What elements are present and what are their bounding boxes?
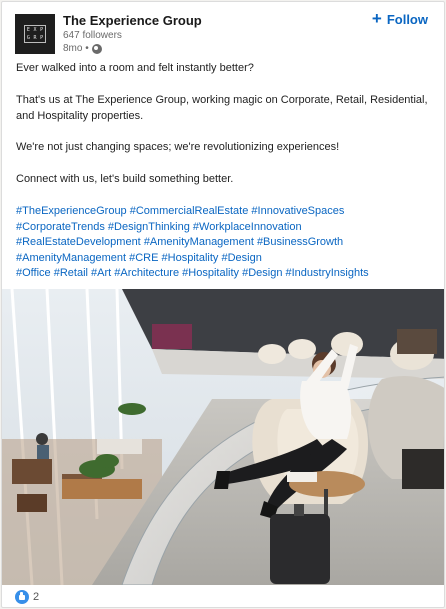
post-paragraph: Ever walked into a room and felt instant… (16, 62, 254, 74)
hashtag-line: #Office #Retail #Art #Architecture #Hosp… (16, 266, 436, 282)
hashtag-link[interactable]: #CorporateTrends (16, 221, 105, 233)
post-header: EXP GRP The Experience Group 647 follower… (15, 9, 432, 55)
hashtag-link[interactable]: #TheExperienceGroup (16, 205, 127, 217)
hashtag-line: #TheExperienceGroup #CommercialRealEstat… (16, 204, 436, 220)
company-name[interactable]: The Experience Group (63, 13, 202, 28)
logo-letter: E (26, 27, 30, 33)
hashtag-link[interactable]: #BusinessGrowth (257, 236, 343, 248)
logo-letter: G (26, 35, 30, 41)
reaction-count: 2 (33, 591, 40, 603)
hashtag-list: #TheExperienceGroup #CommercialRealEstat… (16, 204, 436, 282)
hashtag-link[interactable]: #Office (16, 267, 51, 279)
company-logo[interactable]: EXP GRP (15, 14, 55, 54)
hashtag-link[interactable]: #DesignThinking (108, 221, 190, 233)
follow-label: Follow (386, 11, 428, 27)
hashtag-link[interactable]: #AmenityManagement (144, 236, 254, 248)
lounge-photo (2, 289, 444, 585)
post-paragraph: That's us at The Experience Group, worki… (16, 94, 428, 122)
follower-count: 647 followers (63, 30, 122, 41)
hashtag-link[interactable]: #RealEstateDevelopment (16, 236, 141, 248)
post-card: EXP GRP The Experience Group 647 follower… (1, 1, 445, 608)
hashtag-link[interactable]: #WorkplaceInnovation (193, 221, 302, 233)
follow-button[interactable]: + Follow (371, 9, 428, 28)
hashtag-line: #CorporateTrends #DesignThinking #Workpl… (16, 220, 436, 236)
logo-letter: P (40, 27, 44, 33)
hashtag-link[interactable]: #CommercialRealEstate (130, 205, 249, 217)
like-icon (15, 590, 29, 604)
reactions-bar[interactable]: 2 (15, 590, 39, 604)
hashtag-link[interactable]: #Art (91, 267, 111, 279)
logo-letter: X (33, 27, 37, 33)
hashtag-link[interactable]: #Retail (54, 267, 88, 279)
globe-icon (91, 43, 102, 54)
hashtag-link[interactable]: #CRE (129, 252, 158, 264)
hashtag-line: #RealEstateDevelopment #AmenityManagemen… (16, 235, 436, 251)
hashtag-link[interactable]: #Design (221, 252, 261, 264)
post-meta: 8mo • (63, 43, 102, 54)
logo-letter: R (33, 35, 37, 41)
post-paragraph: Connect with us, let's build something b… (16, 173, 234, 185)
hashtag-link[interactable]: #AmenityManagement (16, 252, 126, 264)
post-time: 8mo • (63, 43, 89, 54)
plus-icon: + (371, 9, 382, 28)
hashtag-link[interactable]: #InnovativeSpaces (251, 205, 344, 217)
hashtag-link[interactable]: #Hospitality (162, 252, 219, 264)
hashtag-link[interactable]: #IndustryInsights (286, 267, 369, 279)
post-image[interactable] (2, 289, 444, 585)
hashtag-link[interactable]: #Hospitality (182, 267, 239, 279)
hashtag-link[interactable]: #Design (242, 267, 282, 279)
post-paragraph: We're not just changing spaces; we're re… (16, 141, 340, 153)
logo-mark: EXP GRP (24, 25, 46, 43)
logo-letter: P (40, 35, 44, 41)
hashtag-line: #AmenityManagement #CRE #Hospitality #De… (16, 251, 436, 267)
hashtag-link[interactable]: #Architecture (114, 267, 179, 279)
